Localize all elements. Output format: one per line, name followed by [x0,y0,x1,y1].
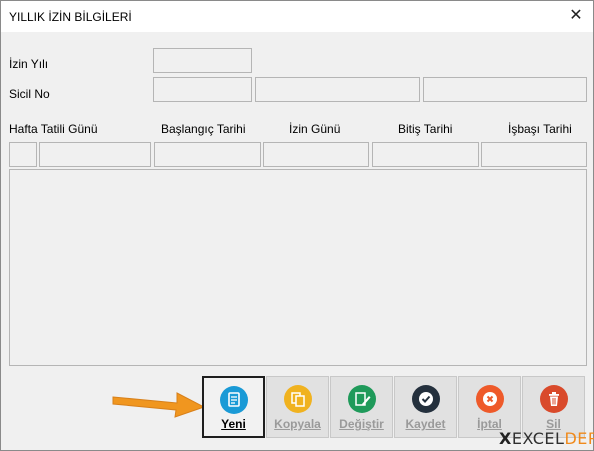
copy-icon [283,385,312,413]
personel-soyad-field[interactable] [423,77,587,102]
column-header-bitis: Bitiş Tarihi [398,122,453,136]
degistir-button[interactable]: Değiştir [330,376,393,438]
izin-gunu-input[interactable] [263,142,369,167]
title-bar: YILLIK İZİN BİLGİLERİ ✕ [1,1,593,32]
edit-icon [347,385,376,413]
isbasi-tarihi-input[interactable] [481,142,587,167]
kopyala-button[interactable]: Kopyala [266,376,329,438]
hafta-tatili-input[interactable] [39,142,151,167]
hafta-tatili-checkbox-field[interactable] [9,142,37,167]
bitis-tarihi-input[interactable] [372,142,479,167]
yeni-button-label: Yeni [221,417,246,431]
degistir-button-label: Değiştir [339,417,384,431]
column-header-izin-gunu: İzin Günü [289,122,341,136]
personel-ad-field[interactable] [255,77,420,102]
izin-listbox[interactable] [9,169,587,366]
yeni-button[interactable]: Yeni [202,376,265,438]
trash-icon [539,385,568,413]
column-header-baslangic: Başlangıç Tarihi [161,122,246,136]
izin-yili-input[interactable] [153,48,252,73]
column-header-isbasi: İşbaşı Tarihi [508,122,572,136]
cancel-icon [475,385,504,413]
kaydet-button[interactable]: Kaydet [394,376,457,438]
sicil-no-input[interactable] [153,77,252,102]
baslangic-tarihi-input[interactable] [154,142,261,167]
izin-yili-label: İzin Yılı [9,57,49,71]
column-header-hafta-tatili: Hafta Tatili Günü [9,122,98,136]
kopyala-button-label: Kopyala [274,417,321,431]
pointer-arrow [112,392,206,418]
sicil-no-label: Sicil No [9,87,50,101]
izin-window: YILLIK İZİN BİLGİLERİ ✕ İzin Yılı Sicil … [0,0,594,451]
check-icon [411,385,440,413]
excel-depo-logo: XEXCELDEPO [499,429,594,448]
close-icon[interactable]: ✕ [565,5,587,27]
window-title: YILLIK İZİN BİLGİLERİ [9,10,132,24]
kaydet-button-label: Kaydet [405,417,446,431]
document-icon [219,386,248,414]
